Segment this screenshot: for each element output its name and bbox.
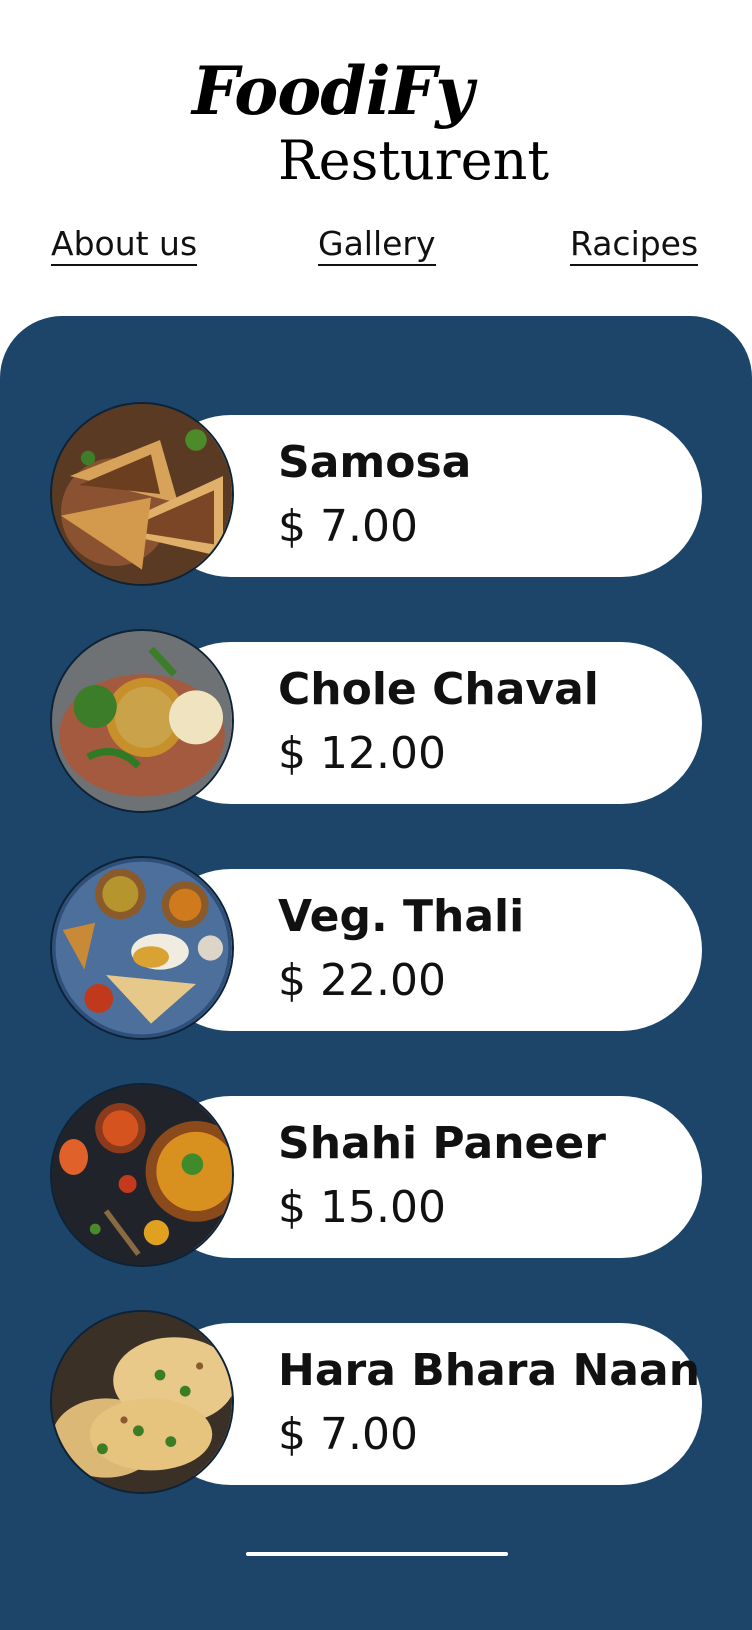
chole-chaval-image [52, 631, 232, 811]
menu-item-name: Veg. Thali [278, 891, 525, 942]
menu-item-price: $ 7.00 [278, 1409, 418, 1460]
shahi-paneer-image [52, 1085, 232, 1265]
menu-item-shahi-paneer[interactable]: Shahi Paneer $ 15.00 [50, 1083, 702, 1267]
menu-item-name: Shahi Paneer [278, 1118, 606, 1169]
nav-recipes-link[interactable]: Racipes [570, 225, 699, 267]
nav-gallery-link[interactable]: Gallery [318, 225, 436, 267]
samosa-image [52, 404, 232, 584]
veg-thali-image [52, 858, 232, 1038]
logo-brand: FoodiFy [192, 52, 474, 130]
veg-thali-photo [50, 856, 234, 1040]
nav-about-us-link[interactable]: About us [51, 225, 198, 267]
menu-item-price: $ 7.00 [278, 501, 418, 552]
samosa-photo [50, 402, 234, 586]
chole-chaval-photo [50, 629, 234, 813]
menu-item-veg-thali[interactable]: Veg. Thali $ 22.00 [50, 856, 702, 1040]
menu-item-hara-bhara-naan[interactable]: Hara Bhara Naan $ 7.00 [50, 1310, 702, 1494]
hara-bhara-naan-photo [50, 1310, 234, 1494]
menu-item-name: Samosa [278, 437, 472, 488]
menu-item-chole-chaval[interactable]: Chole Chaval $ 12.00 [50, 629, 702, 813]
logo-subtitle: Resturent [278, 129, 550, 192]
menu-item-name: Hara Bhara Naan [278, 1345, 701, 1396]
home-indicator[interactable] [246, 1552, 508, 1556]
menu-item-samosa[interactable]: Samosa $ 7.00 [50, 402, 702, 586]
top-nav: About us Gallery Racipes [0, 225, 752, 276]
menu-item-price: $ 12.00 [278, 728, 446, 779]
menu-item-name: Chole Chaval [278, 664, 599, 715]
shahi-paneer-photo [50, 1083, 234, 1267]
menu-panel: Samosa $ 7.00 Chole Chaval $ 12.00 Veg. … [0, 316, 752, 1630]
hara-bhara-naan-image [52, 1312, 232, 1492]
menu-item-price: $ 22.00 [278, 955, 446, 1006]
menu-item-price: $ 15.00 [278, 1182, 446, 1233]
